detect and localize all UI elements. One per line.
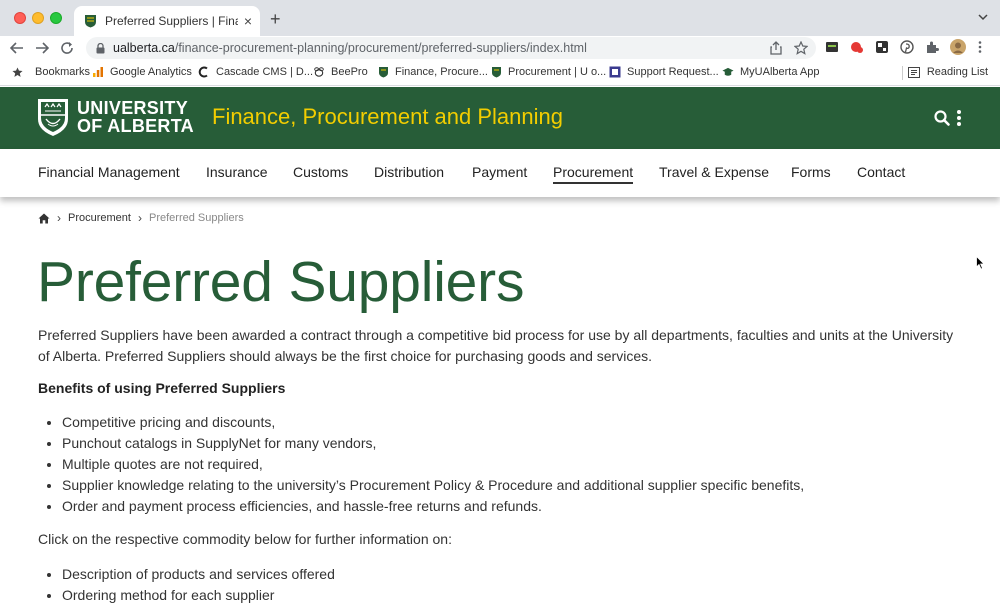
intro-paragraph: Preferred Suppliers have been awarded a … [38,327,954,364]
list-item: Competitive pricing and discounts, [46,412,804,433]
chevron-right-icon: › [137,211,142,225]
url-text: ualberta.ca/finance-procurement-planning… [113,41,587,55]
bookmark-item[interactable]: Bookmarks [11,66,90,78]
browser-menu-icon[interactable] [976,40,984,54]
nav-item-travel-expense[interactable]: Travel & Expense [659,164,769,180]
reading-list-label: Reading List [926,66,988,78]
browser-tab-bar: Preferred Suppliers | Finance, P × + [0,0,1000,36]
home-icon[interactable] [38,213,50,224]
bookmarks-bar: Bookmarks Google Analytics Cascade CMS |… [0,60,1000,86]
ualberta-crest-icon [490,66,502,78]
bookmark-item[interactable]: Finance, Procure... [377,66,488,78]
university-wordmark: UNIVERSITY OF ALBERTA [77,99,194,135]
browser-toolbar: ualberta.ca/finance-procurement-planning… [0,36,1000,60]
breadcrumb: › Procurement › Preferred Suppliers [38,211,244,225]
nav-item-payment[interactable]: Payment [472,164,527,180]
nav-item-financial-management[interactable]: Financial Management [38,164,180,180]
new-tab-button[interactable]: + [270,9,281,30]
bookmark-item[interactable]: Support Request... [609,66,719,78]
url-path: /finance-procurement-planning/procuremen… [174,41,587,55]
list-item: Description of products and services off… [47,564,335,585]
ualberta-crest-icon [377,66,389,78]
bookmark-label: Support Request... [627,66,719,78]
nav-item-forms[interactable]: Forms [791,164,831,180]
nav-item-contact[interactable]: Contact [857,164,905,180]
bookmark-item[interactable]: BeePro [313,66,368,78]
extension-dark-icon[interactable] [825,40,839,54]
bookmark-item[interactable]: Procurement | U o... [490,66,606,78]
page-title: Preferred Suppliers [37,250,525,314]
benefits-list: Competitive pricing and discounts, Punch… [46,412,804,517]
extension-grid-icon[interactable] [875,40,889,54]
star-icon [11,66,23,78]
mouse-pointer-icon [976,256,985,270]
university-crest-icon [38,99,68,136]
address-bar[interactable]: ualberta.ca/finance-procurement-planning… [86,37,816,59]
main-navigation: Financial Management Insurance Customs D… [0,149,1000,197]
breadcrumb-current: Preferred Suppliers [148,212,244,224]
bookmark-label: Finance, Procure... [395,66,488,78]
tab-search-chevron-icon[interactable] [978,12,988,22]
maximize-window-button[interactable] [50,12,62,24]
breadcrumb-link-procurement[interactable]: Procurement [68,212,131,224]
close-window-button[interactable] [14,12,26,24]
site-menu-icon[interactable] [955,109,963,127]
nav-item-insurance[interactable]: Insurance [206,164,267,180]
chevron-right-icon: › [57,211,61,225]
bookmark-label: Google Analytics [110,66,192,78]
bookmark-item[interactable]: MyUAlberta App [722,66,819,78]
list-item: Multiple quotes are not required, [46,454,804,475]
forward-arrow-icon[interactable] [33,39,51,57]
graduation-cap-icon [722,66,734,78]
bookmark-star-icon[interactable] [794,41,808,55]
reload-icon[interactable] [58,39,76,57]
benefits-heading: Benefits of using Preferred Suppliers [38,380,286,396]
list-item: Punchout catalogs in SupplyNet for many … [46,433,804,454]
bookmark-label: Cascade CMS | D... [216,66,313,78]
search-icon[interactable] [933,109,951,127]
bookmark-item[interactable]: Google Analytics [92,66,192,78]
bookmark-label: Bookmarks [35,66,91,78]
url-domain: ualberta.ca [113,41,175,55]
list-item: Order and payment process efficiencies, … [46,496,804,517]
nav-item-distribution[interactable]: Distribution [374,164,444,180]
pinterest-icon[interactable] [900,40,914,54]
commodity-instructions: Click on the respective commodity below … [38,531,452,547]
analytics-icon [92,66,104,78]
list-item: Supplier knowledge relating to the unive… [46,475,804,496]
bookmark-item[interactable]: Cascade CMS | D... [198,66,313,78]
cascade-icon [198,66,210,78]
site-title[interactable]: Finance, Procurement and Planning [212,104,563,130]
ualberta-crest-icon [85,15,96,28]
extensions-puzzle-icon[interactable] [925,40,939,54]
back-arrow-icon[interactable] [8,39,26,57]
university-logo[interactable]: UNIVERSITY OF ALBERTA [36,97,194,137]
info-list: Description of products and services off… [47,564,335,604]
wordmark-line-1: UNIVERSITY [77,98,189,118]
bookmarks-divider [902,66,903,80]
tab-title: Preferred Suppliers | Finance, P [105,14,238,28]
active-tab[interactable]: Preferred Suppliers | Finance, P × [74,6,260,36]
site-header: UNIVERSITY OF ALBERTA Finance, Procureme… [0,87,1000,149]
bookmark-label: MyUAlberta App [740,66,820,78]
nav-item-procurement[interactable]: Procurement [553,164,634,184]
bee-icon [313,66,325,78]
minimize-window-button[interactable] [32,12,44,24]
bookmark-label: BeePro [331,66,368,78]
nav-item-customs[interactable]: Customs [293,164,348,180]
share-icon[interactable] [769,41,783,55]
extension-red-icon[interactable] [850,40,864,54]
wordmark-line-2: OF ALBERTA [77,116,194,136]
support-icon [609,66,621,78]
lock-icon [96,42,105,53]
reading-list-icon [907,66,920,78]
reading-list-button[interactable]: Reading List [907,66,988,78]
close-tab-icon[interactable]: × [244,13,252,29]
profile-avatar-icon[interactable] [950,39,966,55]
bookmark-label: Procurement | U o... [508,66,607,78]
list-item: Ordering method for each supplier [47,585,335,604]
